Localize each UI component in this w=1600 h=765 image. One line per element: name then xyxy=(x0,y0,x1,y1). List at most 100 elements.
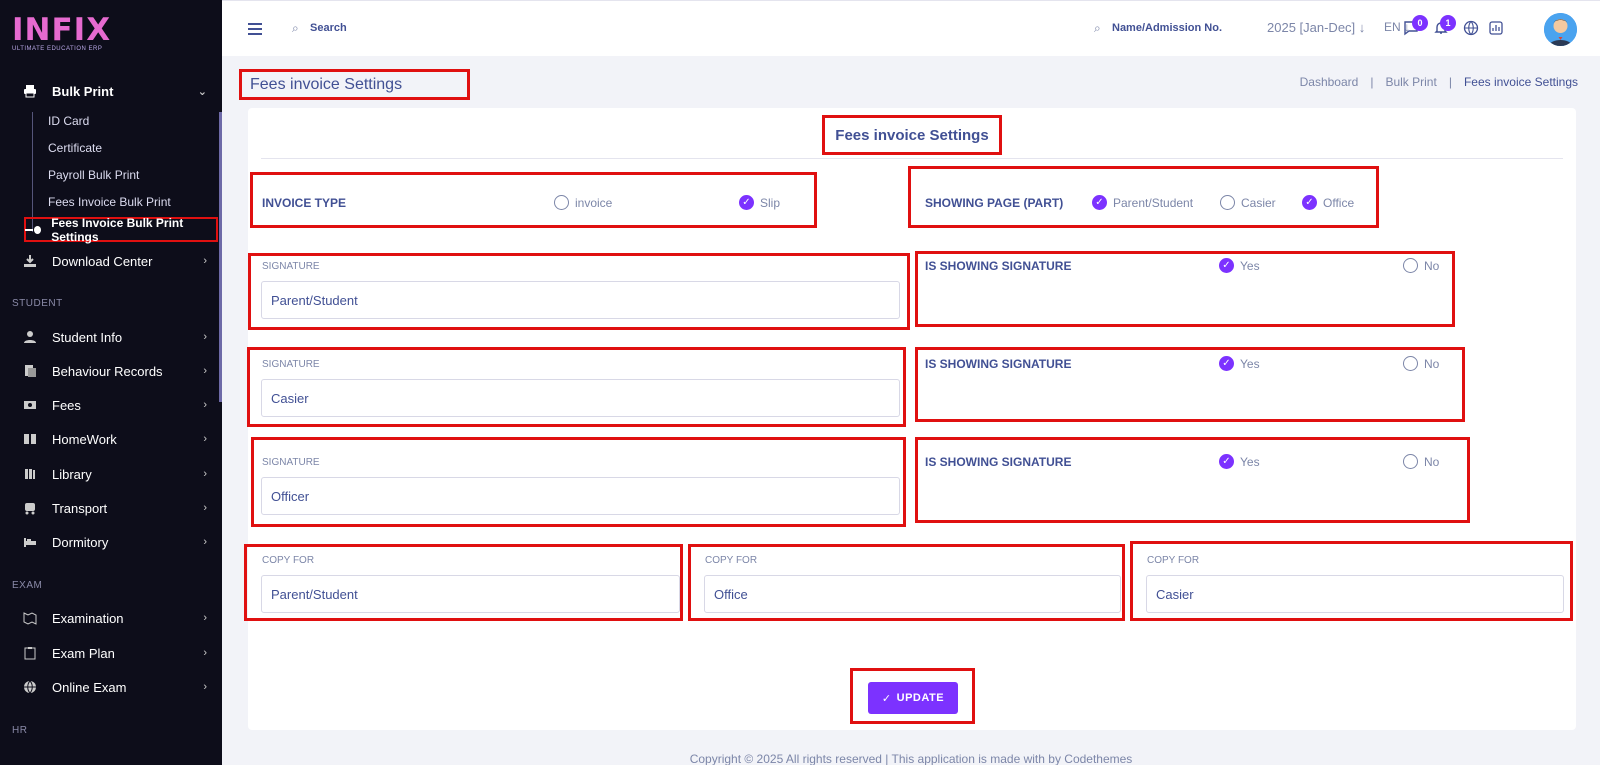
radio-circle-icon xyxy=(1403,258,1418,273)
checkbox-label: Casier xyxy=(1241,195,1276,210)
show-signature-group-3 xyxy=(915,437,1470,523)
breadcrumb-separator: | xyxy=(1448,75,1452,89)
signature-label-1: SIGNATURE xyxy=(262,261,320,272)
book-icon xyxy=(22,431,38,447)
checkbox-label: Parent/Student xyxy=(1113,195,1194,210)
globe-icon xyxy=(22,679,38,695)
radio-show-signature-yes-3[interactable]: ✓ Yes xyxy=(1219,454,1260,469)
sidebar-item-label: Download Center xyxy=(52,253,153,269)
check-icon: ✓ xyxy=(881,692,892,705)
radio-label: No xyxy=(1424,258,1440,273)
show-signature-label-2: IS SHOWING SIGNATURE xyxy=(925,357,1072,371)
section-student: STUDENT xyxy=(12,298,63,309)
chevron-right-icon: › xyxy=(203,681,207,693)
user-avatar[interactable] xyxy=(1544,13,1577,46)
breadcrumb: Dashboard | Bulk Print | Fees invoice Se… xyxy=(1300,75,1578,89)
session-selector[interactable]: 2025 [Jan-Dec] ↓ xyxy=(1267,20,1365,35)
radio-show-signature-yes-1[interactable]: ✓ Yes xyxy=(1219,258,1260,273)
radio-show-signature-no-2[interactable]: No xyxy=(1403,356,1439,371)
sidebar-item-label: Fees xyxy=(52,397,81,413)
breadcrumb-bulk-print[interactable]: Bulk Print xyxy=(1385,75,1436,89)
sidebar-item-label: Transport xyxy=(52,500,108,516)
checkbox-casier[interactable]: Casier xyxy=(1220,195,1276,210)
signature-input-2[interactable]: Casier xyxy=(261,379,900,417)
signature-label-2: SIGNATURE xyxy=(262,359,320,370)
radio-circle-icon xyxy=(1403,356,1418,371)
sidebar-sub-fees-invoice-bulk-print[interactable]: Fees Invoice Bulk Print xyxy=(48,195,171,209)
sidebar-sub-id-card[interactable]: ID Card xyxy=(48,114,89,128)
sidebar-item-download-center[interactable]: Download Center › xyxy=(22,250,207,272)
menu-toggle-icon[interactable] xyxy=(248,23,262,35)
sidebar-item-homework[interactable]: HomeWork › xyxy=(22,428,207,450)
message-count-badge: 0 xyxy=(1412,15,1428,31)
sidebar: INFIX ULTIMATE EDUCATION ERP Bulk Print … xyxy=(0,0,222,765)
sidebar-sub-payroll-bulk-print[interactable]: Payroll Bulk Print xyxy=(48,168,139,182)
breadcrumb-dashboard[interactable]: Dashboard xyxy=(1300,75,1359,89)
sidebar-item-exam-plan[interactable]: Exam Plan › xyxy=(22,642,207,664)
invoice-type-label: INVOICE TYPE xyxy=(262,196,347,210)
radio-show-signature-no-1[interactable]: No xyxy=(1403,258,1439,273)
show-signature-label-3: IS SHOWING SIGNATURE xyxy=(925,455,1072,469)
topbar: ⌕ Search ⌕ Name/Admission No. 2025 [Jan-… xyxy=(222,0,1600,56)
radio-label: Yes xyxy=(1240,258,1260,273)
copy-for-label-2: COPY FOR xyxy=(705,555,758,566)
sidebar-item-label: Behaviour Records xyxy=(52,363,163,379)
search-student-input[interactable]: Name/Admission No. xyxy=(1112,22,1222,34)
radio-show-signature-yes-2[interactable]: ✓ Yes xyxy=(1219,356,1260,371)
sidebar-item-dormitory[interactable]: Dormitory › xyxy=(22,531,207,553)
chevron-right-icon: › xyxy=(203,433,207,445)
radio-label: invoice xyxy=(575,195,613,210)
clipboard-icon xyxy=(22,645,38,661)
search-icon: ⌕ xyxy=(292,21,299,35)
sidebar-item-library[interactable]: Library › xyxy=(22,463,207,485)
signature-input-1[interactable]: Parent/Student xyxy=(261,281,900,319)
sidebar-item-label: Exam Plan xyxy=(52,645,115,661)
sidebar-sub-fees-invoice-settings[interactable]: Fees Invoice Bulk Print Settings xyxy=(24,216,218,244)
printer-icon xyxy=(22,83,38,99)
checkbox-office[interactable]: ✓ Office xyxy=(1302,195,1354,210)
signature-input-3[interactable]: Officer xyxy=(261,477,900,515)
breadcrumb-separator: | xyxy=(1370,75,1374,89)
sidebar-sub-certificate[interactable]: Certificate xyxy=(48,141,102,155)
copy-for-label-1: COPY FOR xyxy=(262,555,315,566)
chart-icon[interactable] xyxy=(1487,19,1505,37)
radio-invoice[interactable]: invoice xyxy=(554,195,612,210)
section-exam: EXAM xyxy=(12,580,43,591)
sidebar-item-behaviour-records[interactable]: Behaviour Records › xyxy=(22,360,207,382)
chevron-right-icon: › xyxy=(203,255,207,267)
sidebar-item-student-info[interactable]: Student Info › xyxy=(22,326,207,348)
sidebar-scrollbar[interactable] xyxy=(219,112,222,402)
sidebar-item-fees[interactable]: Fees › xyxy=(22,394,207,416)
sidebar-item-label: Examination xyxy=(52,610,124,626)
copy-for-input-3[interactable]: Casier xyxy=(1146,575,1564,613)
records-icon xyxy=(22,363,38,379)
sidebar-item-online-exam[interactable]: Online Exam › xyxy=(22,676,207,698)
copy-for-input-1[interactable]: Parent/Student xyxy=(261,575,680,613)
app-logo[interactable]: INFIX ULTIMATE EDUCATION ERP xyxy=(12,14,112,58)
sidebar-item-transport[interactable]: Transport › xyxy=(22,497,207,519)
radio-label: Yes xyxy=(1240,356,1260,371)
sidebar-item-examination[interactable]: Examination › xyxy=(22,607,207,629)
map-icon xyxy=(22,610,38,626)
download-icon xyxy=(22,253,38,269)
session-label: 2025 [Jan-Dec] xyxy=(1267,20,1356,35)
active-dot-icon xyxy=(24,225,42,234)
radio-circle-icon xyxy=(1220,195,1235,210)
sidebar-item-label: Dormitory xyxy=(52,534,109,550)
radio-slip[interactable]: ✓ Slip xyxy=(739,195,780,210)
chevron-right-icon: › xyxy=(203,365,207,377)
chevron-right-icon: › xyxy=(203,612,207,624)
globe-icon[interactable] xyxy=(1462,19,1480,37)
search-input[interactable]: Search xyxy=(310,22,347,34)
radio-show-signature-no-3[interactable]: No xyxy=(1403,454,1439,469)
checkbox-parent-student[interactable]: ✓ Parent/Student xyxy=(1092,195,1193,210)
page-title: Fees invoice Settings xyxy=(239,69,470,100)
radio-label: Yes xyxy=(1240,454,1260,469)
sidebar-item-label: Online Exam xyxy=(52,679,127,695)
update-button[interactable]: ✓ UPDATE xyxy=(868,682,958,714)
sidebar-item-bulk-print[interactable]: Bulk Print ⌄ xyxy=(22,80,207,102)
user-icon xyxy=(22,329,38,345)
copy-for-input-2[interactable]: Office xyxy=(704,575,1121,613)
breadcrumb-current: Fees invoice Settings xyxy=(1463,75,1578,89)
checked-icon: ✓ xyxy=(1219,356,1234,371)
